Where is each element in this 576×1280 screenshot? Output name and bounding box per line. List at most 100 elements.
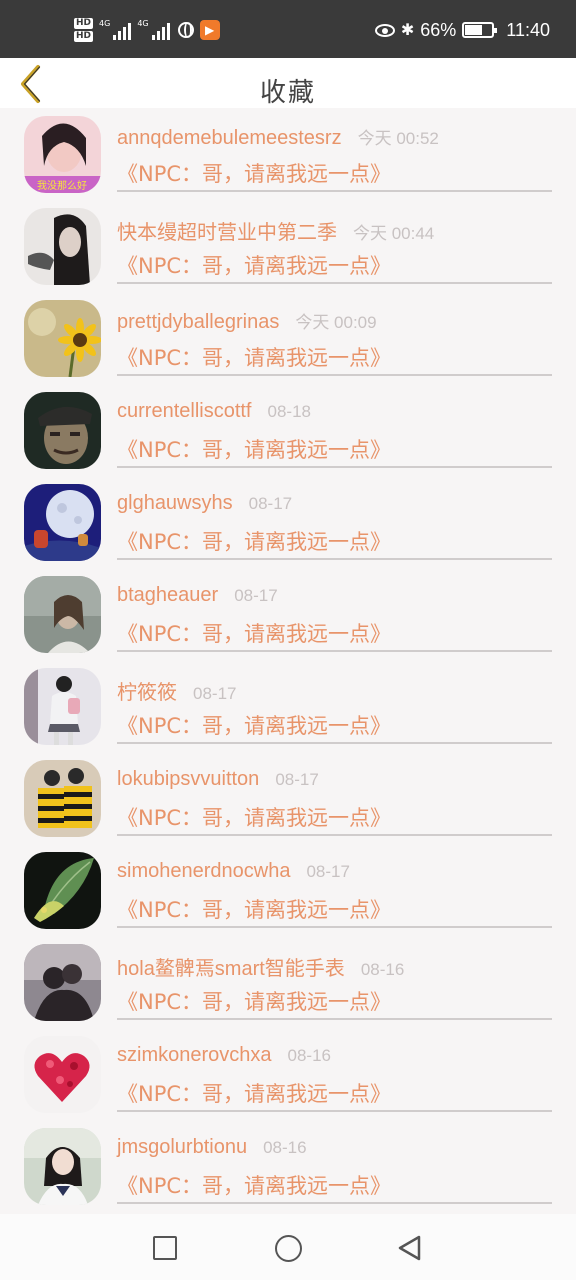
story-title[interactable]: 《NPC：哥，请离我远一点》 (117, 1078, 391, 1108)
story-title[interactable]: 《NPC：哥，请离我远一点》 (117, 894, 391, 924)
timestamp: 08-16 (287, 1046, 331, 1065)
list-item[interactable]: hola鳌髀焉smart智能手表 08-16 《NPC：哥，请离我远一点》 (0, 936, 576, 1028)
divider (117, 1202, 552, 1204)
user-name[interactable]: 快本缦超时营业中第二季 (117, 216, 337, 245)
user-name[interactable]: annqdemebulemeestesrz (117, 127, 342, 150)
timestamp: 08-17 (234, 586, 278, 605)
list-item[interactable]: prettjdyballegrinas 今天 00:09 《NPC：哥，请离我远… (0, 292, 576, 384)
app-notification-icon: ▶ (199, 20, 220, 40)
back-triangle-icon[interactable] (396, 1234, 424, 1262)
battery-percent: 66% (420, 19, 457, 40)
avatar (24, 668, 101, 745)
list-item[interactable]: jmsgolurbtionu 08-16 《NPC：哥，请离我远一点》 (0, 1120, 576, 1212)
battery-icon (462, 22, 498, 38)
app-header: 收藏 (0, 58, 576, 108)
item-header: 快本缦超时营业中第二季 今天 00:44 (117, 216, 434, 245)
story-title[interactable]: 《NPC：哥，请离我远一点》 (117, 434, 391, 464)
timestamp: 08-17 (248, 494, 293, 513)
list-item[interactable]: 我没那么好 annqdemebulemeestesrz 今天 00:52 《NP… (0, 108, 576, 200)
timestamp: 08-17 (275, 770, 319, 789)
globe-icon (177, 22, 194, 38)
avatar-overlay-text: 我没那么好 (37, 180, 87, 192)
avatar (24, 1036, 101, 1113)
recent-apps-square-icon[interactable] (153, 1236, 177, 1260)
divider (117, 1018, 552, 1020)
story-title[interactable]: 《NPC：哥，请离我远一点》 (117, 802, 391, 832)
user-name[interactable]: lokubipsvvuitton (117, 768, 259, 791)
avatar (24, 576, 101, 653)
item-header: simohenerdnocwha 08-17 (117, 860, 350, 883)
list-item[interactable]: szimkonerovchxa 08-16 《NPC：哥，请离我远一点》 (0, 1028, 576, 1120)
list-item[interactable]: 快本缦超时营业中第二季 今天 00:44 《NPC：哥，请离我远一点》 (0, 200, 576, 292)
avatar (24, 852, 101, 929)
favorites-list: 我没那么好 annqdemebulemeestesrz 今天 00:52 《NP… (0, 108, 576, 1214)
list-item[interactable]: 柠筱筱 08-17 《NPC：哥，请离我远一点》 (0, 660, 576, 752)
user-name[interactable]: simohenerdnocwha (117, 860, 290, 883)
item-header: prettjdyballegrinas 今天 00:09 (117, 308, 377, 334)
divider (117, 742, 552, 744)
story-title[interactable]: 《NPC：哥，请离我远一点》 (117, 986, 391, 1016)
item-header: lokubipsvvuitton 08-17 (117, 768, 319, 791)
timestamp: 08-16 (360, 960, 405, 979)
item-header: annqdemebulemeestesrz 今天 00:52 (117, 124, 439, 150)
item-header: glghauwsyhs 08-17 (117, 492, 292, 515)
story-title[interactable]: 《NPC：哥，请离我远一点》 (117, 158, 391, 188)
status-bar-right: ✱ 66% 11:40 (374, 16, 550, 44)
timestamp: 08-16 (263, 1138, 307, 1157)
divider (117, 374, 552, 376)
signal-label-2: 4G (137, 19, 149, 28)
item-header: szimkonerovchxa 08-16 (117, 1044, 331, 1067)
item-header: hola鳌髀焉smart智能手表 08-16 (117, 952, 404, 981)
user-name[interactable]: glghauwsyhs (117, 492, 233, 515)
item-header: jmsgolurbtionu 08-16 (117, 1136, 307, 1159)
timestamp: 今天 00:52 (357, 129, 439, 148)
item-header: btagheauer 08-17 (117, 584, 278, 607)
story-title[interactable]: 《NPC：哥，请离我远一点》 (117, 250, 391, 280)
user-name[interactable]: 柠筱筱 (117, 676, 177, 705)
timestamp: 08-18 (267, 402, 311, 421)
list-item[interactable]: lokubipsvvuitton 08-17 《NPC：哥，请离我远一点》 (0, 752, 576, 844)
user-name[interactable]: btagheauer (117, 584, 218, 607)
page-title: 收藏 (259, 78, 316, 108)
home-circle-icon[interactable] (275, 1235, 302, 1262)
list-item[interactable]: simohenerdnocwha 08-17 《NPC：哥，请离我远一点》 (0, 844, 576, 936)
story-title[interactable]: 《NPC：哥，请离我远一点》 (117, 1170, 391, 1200)
user-name[interactable]: szimkonerovchxa (117, 1044, 272, 1067)
divider (117, 1110, 552, 1112)
timestamp: 今天 00:44 (353, 224, 435, 243)
avatar (24, 300, 101, 377)
user-name[interactable]: currentelliscottf (117, 400, 252, 423)
item-header: 柠筱筱 08-17 (117, 676, 236, 705)
status-bar: HD HD 4G 4G ▶ ✱ 66% 11:40 (0, 0, 576, 58)
eye-icon (374, 23, 395, 37)
avatar (24, 944, 101, 1021)
hd-icon: HD HD (74, 17, 94, 43)
status-bar-left: HD HD 4G 4G ▶ (74, 16, 220, 44)
system-nav-bar (0, 1214, 576, 1280)
timestamp: 08-17 (193, 684, 237, 703)
divider (117, 466, 552, 468)
avatar: 我没那么好 (24, 116, 101, 193)
story-title[interactable]: 《NPC：哥，请离我远一点》 (117, 526, 391, 556)
timestamp: 今天 00:09 (295, 313, 377, 332)
story-title[interactable]: 《NPC：哥，请离我远一点》 (117, 710, 391, 740)
divider (117, 190, 552, 192)
avatar (24, 392, 101, 469)
signal-label-1: 4G (99, 19, 111, 28)
user-name[interactable]: prettjdyballegrinas (117, 311, 279, 334)
story-title[interactable]: 《NPC：哥，请离我远一点》 (117, 342, 391, 372)
bluetooth-icon: ✱ (400, 22, 415, 39)
list-item[interactable]: currentelliscottf 08-18 《NPC：哥，请离我远一点》 (0, 384, 576, 476)
divider (117, 926, 552, 928)
divider (117, 282, 552, 284)
user-name[interactable]: jmsgolurbtionu (117, 1136, 247, 1159)
list-item[interactable]: btagheauer 08-17 《NPC：哥，请离我远一点》 (0, 568, 576, 660)
item-header: currentelliscottf 08-18 (117, 400, 311, 423)
story-title[interactable]: 《NPC：哥，请离我远一点》 (117, 618, 391, 648)
divider (117, 650, 552, 652)
list-item[interactable]: glghauwsyhs 08-17 《NPC：哥，请离我远一点》 (0, 476, 576, 568)
signal-icon-2: 4G (137, 19, 170, 40)
user-name[interactable]: hola鳌髀焉smart智能手表 (117, 952, 345, 981)
avatar (24, 760, 101, 837)
divider (117, 834, 552, 836)
